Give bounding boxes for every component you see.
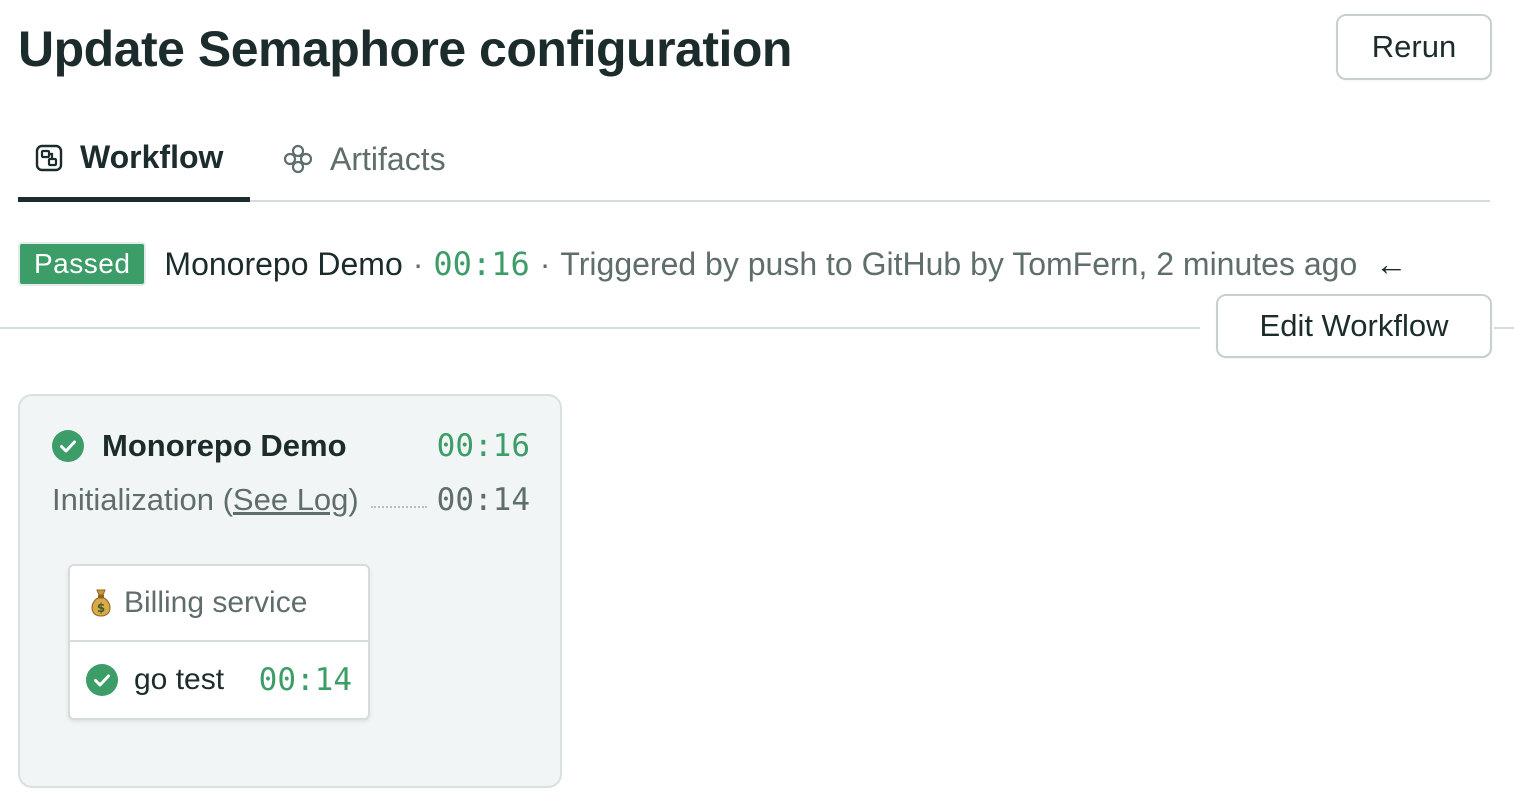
init-label: Initialization (	[52, 482, 233, 517]
money-bag-icon: $	[91, 589, 111, 617]
svg-text:$: $	[97, 601, 105, 615]
job-row[interactable]: go test 00:14	[70, 642, 368, 718]
block-name: Monorepo Demo	[102, 428, 347, 463]
check-circle-icon	[52, 430, 84, 462]
trigger-info: Triggered by push to GitHub by TomFern, …	[560, 245, 1358, 282]
tab-bar: Workflow Artifacts	[18, 118, 1490, 202]
artifacts-icon	[283, 144, 313, 174]
job-group-name: Billing service	[124, 586, 308, 619]
page-title: Update Semaphore configuration	[18, 21, 792, 77]
block-duration: 00:16	[436, 428, 530, 464]
init-duration: 00:14	[436, 482, 530, 518]
pipeline-block: Monorepo Demo 00:16 Initialization (See …	[18, 394, 562, 788]
tab-artifacts[interactable]: Artifacts	[282, 118, 446, 200]
edit-workflow-button[interactable]: Edit Workflow	[1216, 294, 1492, 358]
left-arrow-icon[interactable]: ←	[1375, 246, 1407, 283]
divider	[1494, 327, 1514, 329]
pipeline-duration: 00:16	[433, 245, 530, 283]
block-header: Monorepo Demo 00:16	[52, 426, 530, 466]
separator-dot: ·	[412, 245, 424, 282]
job-group-header: $ Billing service	[70, 566, 368, 642]
tab-workflow-label: Workflow	[80, 139, 224, 175]
separator-dot: ·	[539, 245, 551, 282]
job-name: go test	[134, 663, 225, 696]
tab-artifacts-label: Artifacts	[330, 140, 446, 177]
dotted-leader	[370, 506, 427, 508]
pipeline-name: Monorepo Demo	[164, 245, 403, 282]
job-duration: 00:14	[258, 662, 352, 698]
init-close-paren: )	[348, 482, 359, 517]
initialization-row: Initialization (See Log) 00:14	[52, 480, 530, 520]
rerun-button[interactable]: Rerun	[1336, 14, 1492, 80]
status-badge: Passed	[18, 242, 147, 286]
workflow-icon	[35, 144, 63, 171]
see-log-link[interactable]: See Log	[233, 482, 349, 518]
check-circle-icon	[86, 664, 118, 696]
workflow-status-row: Passed Monorepo Demo · 00:16 · Triggered…	[18, 240, 1407, 288]
job-group-card: $ Billing service go test 00:14	[68, 564, 370, 720]
tab-workflow[interactable]: Workflow	[18, 118, 250, 202]
